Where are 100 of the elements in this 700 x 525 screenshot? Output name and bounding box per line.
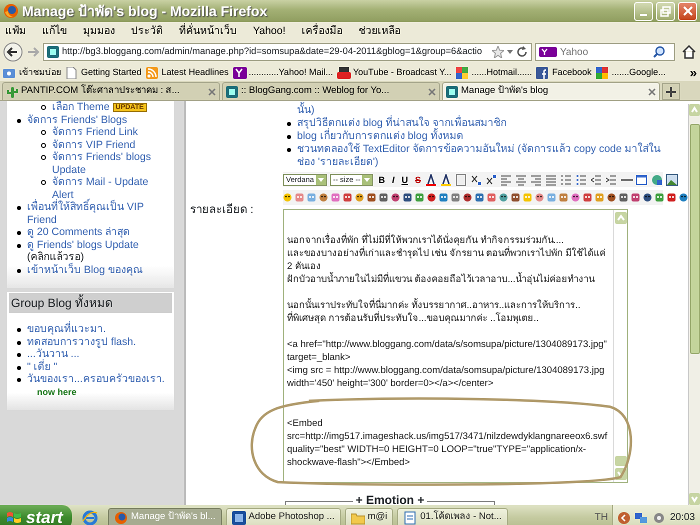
subscript-icon[interactable] xyxy=(470,174,483,186)
search-bar[interactable]: Yahoo xyxy=(535,43,675,61)
menu-link[interactable]: จัดการ Friends' blogs Update xyxy=(52,151,172,176)
emoticon-icon[interactable] xyxy=(535,193,544,202)
menu-link[interactable]: เข้าหน้าเว็บ Blog ของคุณ xyxy=(27,264,143,276)
close-icon[interactable] xyxy=(208,88,216,96)
format-button[interactable]: U xyxy=(399,174,410,184)
align-left-icon[interactable] xyxy=(500,174,513,186)
menu-link[interactable]: เลือก Theme xyxy=(52,101,110,114)
emoticon-icon[interactable] xyxy=(391,193,400,202)
format-button[interactable]: S xyxy=(412,174,423,184)
emoticon-icon[interactable] xyxy=(607,193,616,202)
firefox-icon xyxy=(114,510,128,524)
emoticon-icon[interactable] xyxy=(643,193,652,202)
bookmark-link[interactable]: ......Hotmail...... xyxy=(456,66,532,80)
menu-link[interactable]: จัดการ Friends' Blogs xyxy=(27,114,128,126)
entry-link[interactable]: วันของเรา...ครอบครัวของเรา. xyxy=(27,373,165,386)
language-indicator[interactable]: TH xyxy=(594,510,608,525)
help-link[interactable]: ชวนทดลองใช้ TextEditor จัดการข้อความอันใหม่ (จัดการแล้ว copy code มาใส่ในช่อง 'รายละเอียด') xyxy=(297,143,663,169)
bookmark-link[interactable]: Getting Started xyxy=(65,66,142,80)
emoticon-icon[interactable] xyxy=(403,193,412,202)
emoticon-icon[interactable] xyxy=(511,193,520,202)
start-button[interactable]: start xyxy=(0,505,72,525)
address-bar[interactable]: http://bg3.bloggang.com/admin/manage.php?id=somsupa&date=29-04-2011&gblog=1&group=6&actio xyxy=(43,43,532,61)
entry-link[interactable]: ทดสอบการวางรูป flash. xyxy=(27,336,136,348)
emoticon-icon[interactable] xyxy=(283,193,292,202)
menu-item[interactable]: ที่คั่นหน้าเว็บ xyxy=(178,24,238,40)
justify-icon[interactable] xyxy=(546,174,558,186)
menu-item[interactable]: แฟ้ม xyxy=(4,24,27,40)
emoticon-icon[interactable] xyxy=(499,193,508,202)
menu-item[interactable]: Yahoo! xyxy=(252,24,286,40)
detail-text-field[interactable] xyxy=(283,209,628,483)
entry-link[interactable]: " เตี่ย " xyxy=(27,360,58,373)
chevron-icon[interactable] xyxy=(618,512,630,524)
emoticon-icon[interactable] xyxy=(319,193,328,202)
browser-tab[interactable]: Manage ป้าพัด's blog xyxy=(442,82,660,100)
browser-tab[interactable]: PANTIP.COM โต๊ะศาลาประชาคม : ส... xyxy=(2,82,220,100)
editor-scrollbar[interactable] xyxy=(613,210,627,482)
align-right-icon[interactable] xyxy=(530,174,543,186)
entry-link[interactable]: ขอบคุณที่แวะมา. xyxy=(27,323,106,336)
menu-item[interactable]: แก้ไข xyxy=(41,24,68,40)
bullet-icon xyxy=(41,180,46,185)
menu-link[interactable]: ดู 20 Comments ล่าสุด xyxy=(27,226,130,238)
taskbar-button[interactable]: 01.โค้ดเพลง - Not... xyxy=(397,508,508,525)
text-color-icon[interactable] xyxy=(426,174,438,186)
emoticon-icon[interactable] xyxy=(355,193,364,202)
superscript-icon[interactable] xyxy=(486,174,498,186)
highlight-icon[interactable] xyxy=(440,174,453,186)
site-icon xyxy=(47,46,59,58)
emoticon-icon[interactable] xyxy=(463,193,472,202)
help-link[interactable]: blog เกี่ยวกับการตกแต่ง blog ทั้งหมด xyxy=(297,130,464,143)
bookmark-link[interactable]: Facebook xyxy=(536,66,592,80)
menu-link[interactable]: ดู Friends' blogs Update xyxy=(27,238,139,251)
bookmark-link[interactable]: .......Google... xyxy=(596,66,666,80)
bookmark-link[interactable]: Latest Headlines xyxy=(146,66,229,80)
bookmark-link[interactable]: ............Yahoo! Mail... xyxy=(232,66,333,80)
editor-text-line: ฝักบัวอาบน้ำภายในไม่มีที่แขวน ต้องคอยถือไว้เวลาอาบ...น้ำอุ่นไม่ค่อยทำงาน xyxy=(287,273,596,286)
bookmark-link[interactable]: เข้าชมบ่อย xyxy=(3,66,61,80)
restore-icon xyxy=(660,6,671,16)
menu-item[interactable]: มุมมอง xyxy=(82,24,116,40)
align-center-icon[interactable] xyxy=(516,174,528,186)
tray-icon[interactable] xyxy=(652,510,666,524)
emoticon-icon[interactable] xyxy=(571,193,580,202)
bookmark-link[interactable]: YouTube - Broadcast Y... xyxy=(336,66,452,80)
new-tab-button[interactable] xyxy=(662,83,680,100)
bullet-list-icon[interactable] xyxy=(576,174,588,186)
menu-item[interactable]: ประวัติ xyxy=(130,24,164,40)
menu-link[interactable]: จัดการ Friend Link xyxy=(52,126,138,138)
home-button[interactable] xyxy=(681,44,697,60)
menu-link[interactable]: จัดการ VIP Friend xyxy=(52,138,136,151)
scroll-down-icon[interactable] xyxy=(614,456,626,480)
emoticon-icon[interactable] xyxy=(619,193,628,202)
taskbar-button[interactable]: m@i xyxy=(344,508,394,525)
network-icon[interactable] xyxy=(634,510,648,524)
indent-icon[interactable] xyxy=(606,174,618,186)
search-field[interactable]: Yahoo xyxy=(560,44,650,60)
format-button[interactable]: B xyxy=(376,174,387,184)
help-link[interactable]: นั้น) xyxy=(297,104,314,117)
browser-quick-launch[interactable] xyxy=(82,510,98,525)
back-button[interactable] xyxy=(3,42,23,62)
picture-icon[interactable] xyxy=(666,174,678,186)
outdent-icon[interactable] xyxy=(590,174,603,186)
more-bookmarks-button[interactable]: » xyxy=(690,62,697,82)
menu-item[interactable]: เครื่องมือ xyxy=(300,24,344,40)
entry-link[interactable]: ...วันวาน ... xyxy=(27,348,80,360)
close-button[interactable] xyxy=(678,2,697,20)
dropdown-icon xyxy=(362,174,372,184)
emoticon-icon[interactable] xyxy=(379,193,388,202)
numbered-list-icon[interactable] xyxy=(560,174,573,186)
close-icon[interactable] xyxy=(428,88,436,96)
menu-item[interactable]: ช่วยเหลือ xyxy=(358,24,402,40)
close-icon[interactable] xyxy=(648,88,656,96)
globe-icon[interactable] xyxy=(650,174,663,186)
format-button[interactable]: I xyxy=(390,174,396,184)
browser-tab[interactable]: :: BlogGang.com :: Weblog for Yo... xyxy=(222,82,440,100)
menu-link[interactable]: เพื่อนที่ให้สิทธิ์คุณเป็น VIP Friend xyxy=(27,201,172,226)
emoticon-icon[interactable] xyxy=(679,193,688,202)
window-icon[interactable] xyxy=(636,174,648,186)
taskbar-button[interactable]: Adobe Photoshop ... xyxy=(226,508,341,525)
emoticon-icon[interactable] xyxy=(427,193,436,202)
